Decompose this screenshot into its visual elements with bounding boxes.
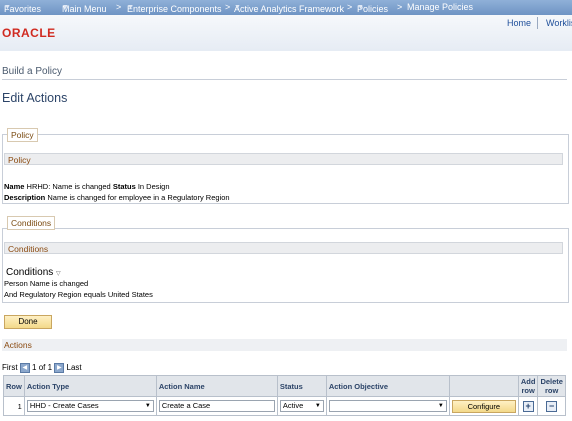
done-button[interactable]: Done bbox=[4, 315, 52, 329]
page-header: ORACLE Home Worklis bbox=[0, 15, 572, 51]
dropdown-arrow-icon: ▼ bbox=[144, 403, 151, 409]
table-row: 1 HHD - Create Cases ▼ Create a Case Acti… bbox=[3, 396, 566, 416]
policy-description-value: Name is changed for employee in a Regula… bbox=[47, 193, 230, 202]
worklist-link[interactable]: Worklis bbox=[546, 18, 572, 28]
action-type-select[interactable]: HHD - Create Cases ▼ bbox=[26, 400, 154, 412]
delete-row-cell: − bbox=[537, 396, 566, 416]
previous-icon[interactable]: ◀ bbox=[19, 363, 30, 373]
conditions-subheader: Conditions bbox=[4, 242, 563, 254]
dropdown-arrow-icon: ▼ bbox=[314, 403, 321, 409]
grid-navigation: First ◀ 1 of 1 ▶ Last bbox=[2, 363, 82, 373]
col-delete-row: Delete row bbox=[537, 375, 566, 397]
chevron-down-icon: ▼ bbox=[234, 4, 241, 11]
name-label: Name bbox=[4, 182, 25, 191]
conditions-group-label: Conditions bbox=[7, 216, 56, 230]
divider bbox=[2, 79, 567, 80]
add-row-cell: + bbox=[517, 396, 539, 416]
policy-subheader: Policy bbox=[4, 153, 563, 165]
breadcrumb-separator: > bbox=[397, 2, 403, 12]
breadcrumb[interactable]: Build a Policy bbox=[2, 66, 62, 77]
policy-status-value: In Design bbox=[137, 182, 170, 191]
action-name-input[interactable]: Create a Case bbox=[158, 400, 275, 412]
status-select[interactable]: Active ▼ bbox=[279, 400, 324, 412]
condition-line-2: And Regulatory Region equals United Stat… bbox=[4, 290, 153, 299]
top-nav-bar: Favorites ▼ Main Menu ▼ > Enterprise Com… bbox=[0, 0, 572, 15]
policy-group-label: Policy bbox=[7, 128, 38, 142]
chevron-down-icon: ▼ bbox=[62, 4, 69, 11]
add-row-icon[interactable]: + bbox=[522, 400, 534, 412]
dropdown-arrow-icon: ▼ bbox=[437, 403, 444, 409]
breadcrumb-separator: > bbox=[347, 2, 353, 12]
action-name-cell: Create a Case bbox=[155, 396, 278, 416]
condition-line-1: Person Name is changed bbox=[4, 279, 89, 288]
actions-header: Actions bbox=[2, 339, 567, 351]
header-divider bbox=[537, 17, 538, 29]
col-action-objective: Action Objective bbox=[325, 375, 450, 397]
chevron-down-icon: ▼ bbox=[357, 4, 364, 11]
enterprise-components-label: Enterprise Components bbox=[127, 4, 222, 14]
action-objective-cell: ▼ bbox=[325, 396, 450, 416]
status-cell: Active ▼ bbox=[276, 396, 327, 416]
last-link[interactable]: Last bbox=[67, 363, 82, 372]
aaf-label: Active Analytics Framework bbox=[234, 4, 345, 14]
action-type-cell: HHD - Create Cases ▼ bbox=[23, 396, 157, 416]
action-type-value: HHD - Create Cases bbox=[29, 401, 99, 410]
breadcrumb-separator: > bbox=[225, 2, 231, 12]
policy-name-row: Name HRHD: Name is changed Status In Des… bbox=[4, 182, 170, 191]
row-number: 1 bbox=[3, 396, 25, 416]
policy-name-value: HRHD: Name is changed bbox=[26, 182, 111, 191]
next-icon[interactable]: ▶ bbox=[54, 363, 65, 373]
status-label: Status bbox=[112, 182, 136, 191]
first-link[interactable]: First bbox=[2, 363, 18, 372]
actions-grid: Row Action Type Action Name Status Actio… bbox=[3, 375, 566, 416]
col-action-name: Action Name bbox=[155, 375, 278, 397]
conditions-title-label: Conditions bbox=[6, 267, 54, 278]
triangle-down-icon: ▽ bbox=[56, 271, 61, 277]
conditions-title[interactable]: Conditions ▽ bbox=[6, 267, 61, 278]
chevron-down-icon: ▼ bbox=[4, 4, 11, 11]
col-add-row: Add row bbox=[517, 375, 539, 397]
grid-header-row: Row Action Type Action Name Status Actio… bbox=[3, 375, 566, 397]
policy-description-row: Description Name is changed for employee… bbox=[4, 193, 230, 202]
status-value: Active bbox=[282, 401, 304, 410]
breadcrumb-separator: > bbox=[116, 2, 122, 12]
chevron-down-icon: ▼ bbox=[127, 4, 134, 11]
page-title: Edit Actions bbox=[2, 91, 68, 105]
col-status: Status bbox=[276, 375, 327, 397]
oracle-logo: ORACLE bbox=[2, 26, 56, 40]
manage-policies-link[interactable]: Manage Policies bbox=[407, 2, 473, 12]
description-label: Description bbox=[4, 193, 46, 202]
col-configure bbox=[448, 375, 519, 397]
configure-button[interactable]: Configure bbox=[451, 399, 516, 413]
col-row: Row bbox=[3, 375, 25, 397]
row-range: 1 of 1 bbox=[32, 363, 53, 373]
configure-cell: Configure bbox=[448, 396, 519, 416]
home-link[interactable]: Home bbox=[507, 18, 531, 28]
col-action-type: Action Type bbox=[23, 375, 157, 397]
delete-row-icon[interactable]: − bbox=[546, 400, 558, 412]
action-objective-select[interactable]: ▼ bbox=[328, 400, 447, 412]
